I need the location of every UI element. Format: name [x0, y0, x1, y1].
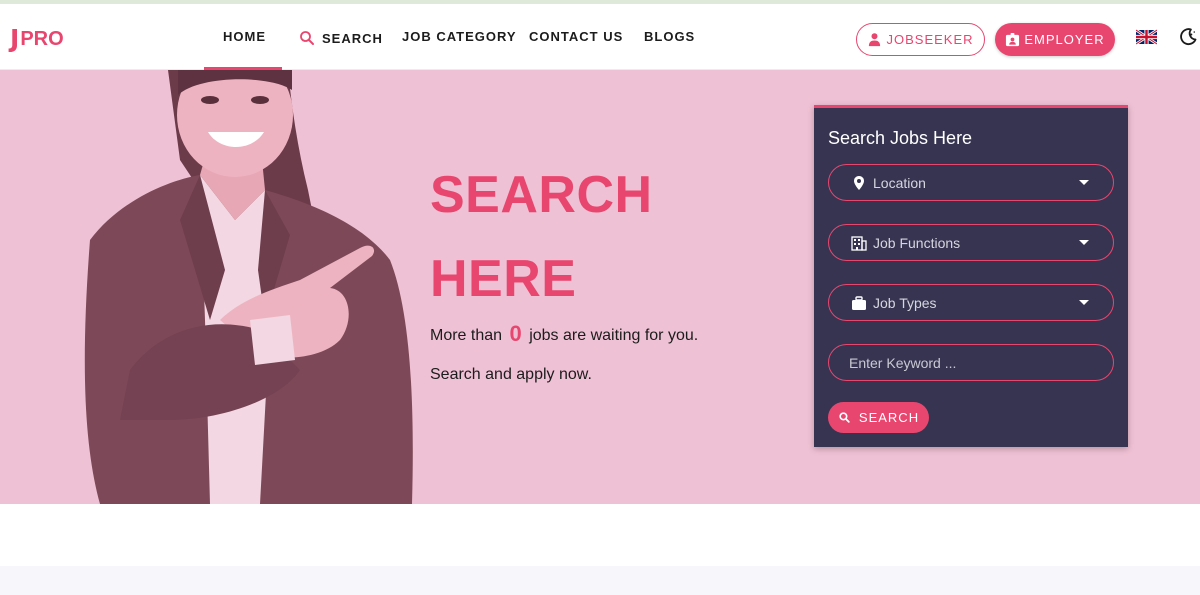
job-functions-label: Job Functions — [873, 234, 961, 251]
hero-section: SEARCH HERE More than 0 jobs are waiting… — [0, 70, 1200, 504]
search-icon — [300, 31, 314, 45]
nav-blogs-label: BLOGS — [644, 29, 696, 44]
chevron-down-icon — [1079, 240, 1089, 245]
moon-icon[interactable] — [1178, 27, 1198, 47]
id-badge-icon — [1006, 32, 1020, 47]
logo[interactable]: J PRO — [10, 23, 64, 53]
jobseeker-label: JOBSEEKER — [886, 32, 974, 47]
map-pin-icon — [854, 175, 864, 190]
job-count: 0 — [509, 321, 522, 346]
nav-blogs[interactable]: BLOGS — [644, 29, 695, 44]
chevron-down-icon — [1079, 300, 1089, 305]
employer-label: EMPLOYER — [1024, 32, 1105, 47]
job-types-select[interactable]: Job Types — [828, 284, 1114, 321]
employer-button[interactable]: EMPLOYER — [995, 23, 1115, 56]
nav-contact-us[interactable]: CONTACT US — [529, 29, 623, 44]
chevron-down-icon — [1079, 180, 1089, 185]
keyword-input[interactable] — [829, 345, 1113, 380]
hero-title-line1: SEARCH — [430, 166, 653, 224]
nav-job-category[interactable]: JOB CATEGORY — [402, 29, 517, 44]
hero-subtitle-prefix: More than — [430, 327, 503, 344]
job-types-label: Job Types — [873, 294, 937, 311]
keyword-field[interactable] — [828, 344, 1114, 381]
job-functions-select[interactable]: Job Functions — [828, 224, 1114, 261]
nav-search-label: SEARCH — [322, 30, 383, 46]
nav-home[interactable]: HOME — [223, 29, 266, 44]
hero-cta-text: Search and apply now. — [430, 366, 592, 383]
jobseeker-button[interactable]: JOBSEEKER — [856, 23, 985, 56]
next-section-edge — [0, 566, 1200, 595]
search-button-label: SEARCH — [858, 410, 920, 425]
briefcase-icon — [852, 295, 866, 310]
hero-person-image — [84, 70, 413, 504]
search-panel-title: Search Jobs Here — [828, 128, 973, 148]
logo-letter: J — [10, 23, 19, 53]
nav-job-category-label: JOB CATEGORY — [402, 29, 517, 44]
nav-contact-us-label: CONTACT US — [529, 29, 624, 44]
hero-title-line2: HERE — [430, 250, 577, 308]
search-button[interactable]: SEARCH — [828, 402, 929, 433]
site-header: J PRO HOME SEARCH JOB CATEGORY CONTACT U… — [0, 4, 1200, 70]
building-icon — [851, 235, 867, 251]
hero-subtitle: More than 0 jobs are waiting for you. — [430, 320, 698, 346]
uk-flag-icon[interactable] — [1136, 27, 1157, 47]
location-label: Location — [873, 174, 926, 191]
nav-search[interactable]: SEARCH — [298, 29, 383, 47]
nav-home-label: HOME — [223, 29, 266, 44]
search-icon — [839, 412, 850, 423]
logo-text: PRO — [20, 28, 64, 50]
search-panel: Search Jobs Here Location Job Functions — [814, 105, 1128, 447]
location-select[interactable]: Location — [828, 164, 1114, 201]
user-icon — [869, 33, 881, 47]
hero-subtitle-suffix: jobs are waiting for you. — [529, 327, 699, 344]
